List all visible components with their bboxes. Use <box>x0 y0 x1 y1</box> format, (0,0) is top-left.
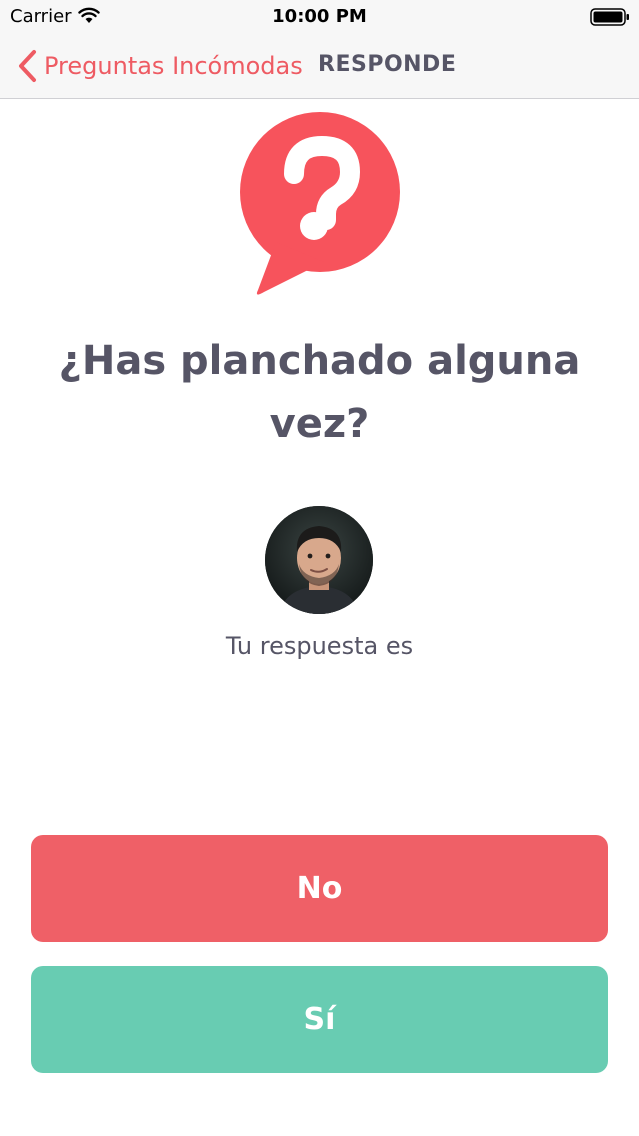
question-bubble-icon <box>240 112 400 295</box>
answer-yes-label: Sí <box>303 1002 336 1037</box>
chevron-left-icon <box>19 50 36 82</box>
answer-yes-button[interactable]: Sí <box>31 966 608 1073</box>
battery-icon <box>590 8 629 26</box>
answer-no-label: No <box>296 871 343 906</box>
back-button[interactable]: Preguntas Incómodas <box>16 48 303 84</box>
status-bar: Carrier 10:00 PM <box>0 0 639 34</box>
answer-no-button[interactable]: No <box>31 835 608 942</box>
answer-caption: Tu respuesta es <box>225 632 414 660</box>
avatar <box>265 506 373 614</box>
question-text: ¿Has planchado alguna vez? <box>58 338 581 447</box>
status-time: 10:00 PM <box>272 6 367 27</box>
page-title: RESPONDE <box>318 52 457 77</box>
back-label: Preguntas Incómodas <box>44 52 303 80</box>
navigation-bar: Preguntas Incómodas RESPONDE <box>0 34 639 99</box>
